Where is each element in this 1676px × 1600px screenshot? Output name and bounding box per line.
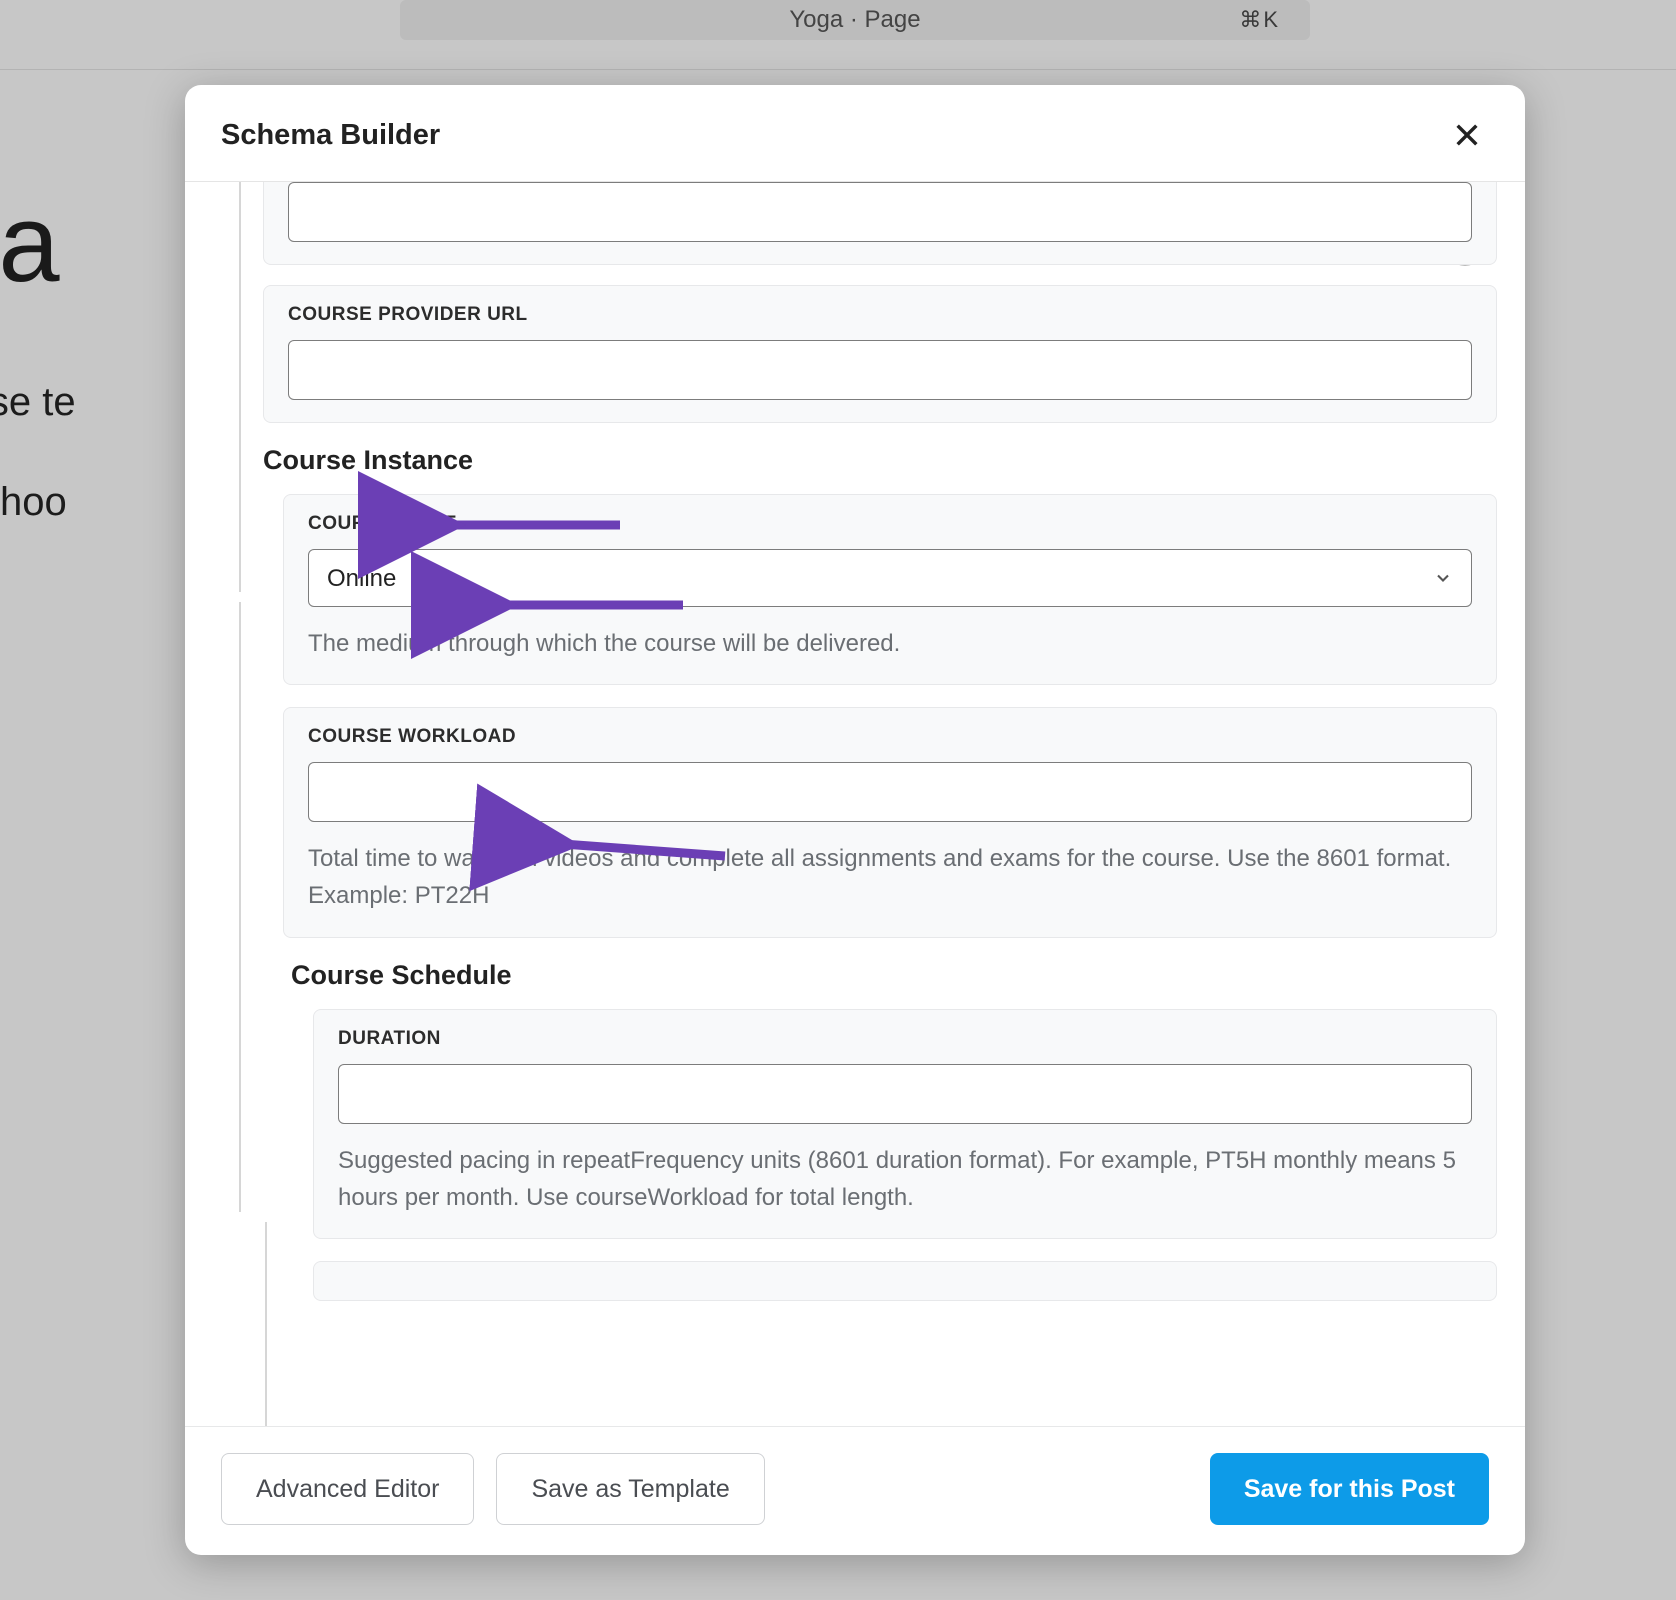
- duration-card: DURATION Suggested pacing in repeatFrequ…: [313, 1009, 1497, 1239]
- tree-guide-line: [239, 602, 241, 1212]
- course-mode-label: COURSE MODE: [308, 513, 1472, 535]
- background-page-title: oga: [0, 180, 58, 307]
- background-text-line-1: s course te: [0, 380, 76, 425]
- course-mode-help: The medium through which the course will…: [308, 625, 1472, 662]
- course-provider-url-card: COURSE PROVIDER URL: [263, 285, 1497, 423]
- modal-content: COURSE PROVIDER URL Course Instance COUR…: [253, 182, 1497, 1426]
- course-provider-url-label: COURSE PROVIDER URL: [288, 304, 1472, 326]
- modal-header: Schema Builder: [185, 85, 1525, 182]
- duration-help: Suggested pacing in repeatFrequency unit…: [338, 1142, 1472, 1216]
- truncated-next-card: [313, 1261, 1497, 1301]
- course-mode-select[interactable]: Online: [308, 549, 1472, 607]
- close-button[interactable]: [1445, 113, 1489, 157]
- save-as-template-button[interactable]: Save as Template: [496, 1453, 764, 1525]
- duration-input[interactable]: [338, 1064, 1472, 1124]
- course-instance-heading: Course Instance: [263, 445, 1497, 476]
- background-search-shortcut: ⌘K: [1239, 7, 1280, 33]
- background-topbar: Yoga · Page ⌘K: [0, 0, 1676, 70]
- course-workload-help: Total time to watch all videos and compl…: [308, 840, 1472, 914]
- modal-title: Schema Builder: [221, 119, 440, 152]
- duration-label: DURATION: [338, 1028, 1472, 1050]
- schema-builder-modal: Schema Builder i COURSE PROVIDER URL: [185, 85, 1525, 1555]
- modal-footer: Advanced Editor Save as Template Save fo…: [185, 1426, 1525, 1555]
- tree-guide-line: [239, 182, 241, 592]
- course-workload-input[interactable]: [308, 762, 1472, 822]
- truncated-field-card: [263, 182, 1497, 265]
- close-icon: [1451, 119, 1483, 151]
- background-text-line-2: e / to choo: [0, 480, 67, 525]
- background-search-text: Yoga · Page: [789, 6, 920, 34]
- course-schedule-heading: Course Schedule: [291, 960, 1497, 991]
- save-for-this-post-button[interactable]: Save for this Post: [1210, 1453, 1489, 1525]
- advanced-editor-button[interactable]: Advanced Editor: [221, 1453, 474, 1525]
- background-search-pill: Yoga · Page ⌘K: [400, 0, 1310, 40]
- truncated-field-input[interactable]: [288, 182, 1472, 242]
- modal-body: i COURSE PROVIDER URL Course Instance CO…: [185, 182, 1525, 1426]
- course-workload-card: COURSE WORKLOAD Total time to watch all …: [283, 707, 1497, 937]
- course-workload-label: COURSE WORKLOAD: [308, 726, 1472, 748]
- course-mode-card: COURSE MODE Online The medium through wh…: [283, 494, 1497, 685]
- course-provider-url-input[interactable]: [288, 340, 1472, 400]
